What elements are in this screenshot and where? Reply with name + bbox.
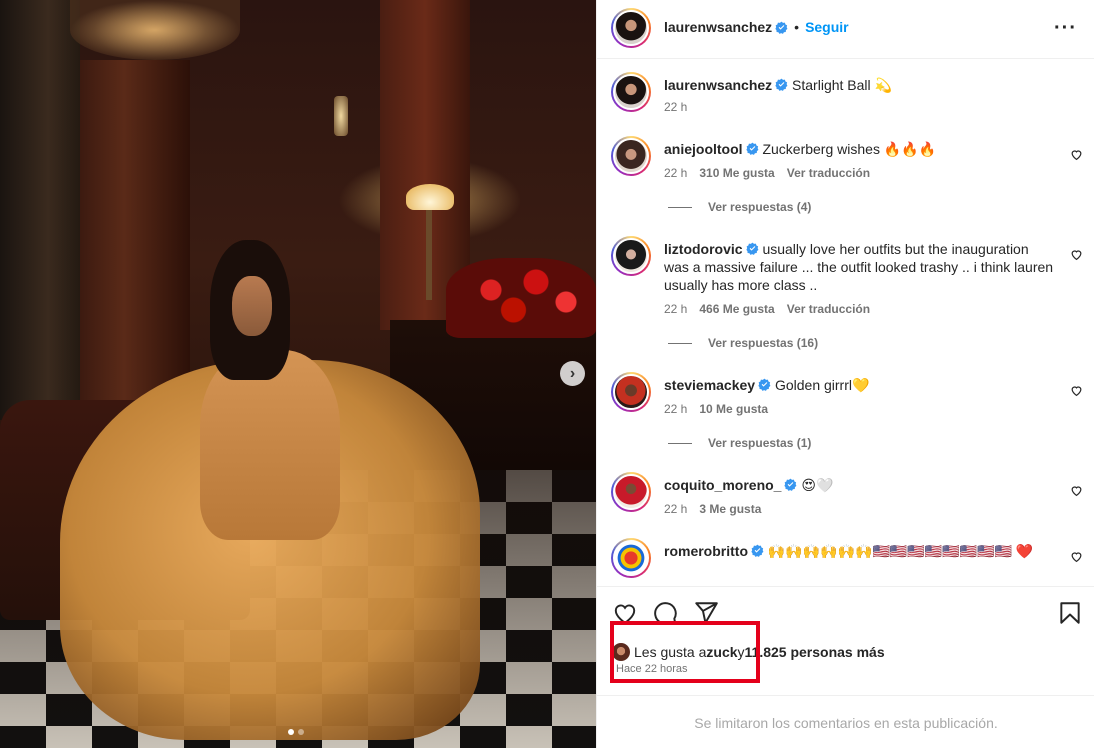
comment-likes[interactable]: 310 Me gusta — [699, 166, 774, 180]
more-horizontal-icon[interactable]: ··· — [1054, 18, 1077, 38]
likes-others[interactable]: 11.825 personas más — [745, 644, 885, 660]
post-author-username[interactable]: laurenwsanchez — [664, 19, 772, 35]
view-replies-button[interactable]: Ver respuestas (4) — [668, 200, 811, 214]
comment-likes[interactable]: 10 Me gusta — [699, 402, 768, 416]
view-replies-button[interactable]: Ver respuestas (1) — [668, 436, 811, 450]
comment-time: 22 h — [664, 402, 688, 416]
comment-text: Zuckerberg wishes 🔥🔥🔥 — [762, 141, 937, 157]
comment-likes[interactable]: 3 Me gusta — [699, 502, 761, 516]
verified-badge-icon — [784, 478, 797, 491]
comment-username[interactable]: aniejooltool — [664, 141, 743, 157]
avatar[interactable] — [611, 136, 651, 176]
avatar[interactable] — [611, 8, 651, 48]
view-replies-label: Ver respuestas (4) — [708, 200, 812, 214]
comment-text: 😍🤍 — [801, 477, 834, 493]
highlight-box — [610, 621, 760, 683]
verified-badge-icon — [745, 142, 758, 155]
verified-badge-icon — [775, 21, 788, 34]
avatar[interactable] — [611, 472, 651, 512]
caption-text: Starlight Ball 💫 — [792, 77, 892, 93]
carousel-dots — [288, 729, 304, 735]
comment-text: Golden girrrl💛 — [774, 377, 870, 393]
post-actions: Les gusta a zuck y 11.825 personas más H… — [597, 586, 1094, 696]
chevron-right-icon[interactable]: › — [560, 361, 585, 386]
view-replies-label: Ver respuestas (16) — [708, 336, 819, 350]
comment-username[interactable]: liztodorovic — [664, 241, 743, 257]
post-panel: laurenwsanchez • Seguir ··· laurenwsanch… — [596, 0, 1094, 748]
comment-time: 22 h — [664, 166, 688, 180]
heart-icon[interactable] — [1070, 550, 1083, 563]
avatar[interactable] — [611, 236, 651, 276]
heart-icon[interactable] — [1070, 248, 1083, 261]
caption-time: 22 h — [664, 100, 688, 114]
verified-badge-icon — [745, 242, 758, 255]
heart-icon[interactable] — [1070, 484, 1083, 497]
avatar[interactable] — [611, 538, 651, 578]
heart-icon[interactable] — [1070, 148, 1083, 161]
carousel-dot — [288, 729, 294, 735]
post-photo: › — [0, 0, 596, 748]
comment-time: 22 h — [664, 502, 688, 516]
bookmark-icon[interactable] — [1057, 600, 1083, 626]
verified-badge-icon — [775, 78, 788, 91]
verified-badge-icon — [758, 378, 771, 391]
follow-button[interactable]: Seguir — [805, 19, 849, 35]
comment-likes[interactable]: 466 Me gusta — [699, 302, 774, 316]
verified-badge-icon — [751, 544, 764, 557]
comment-username[interactable]: romerobritto — [664, 543, 748, 559]
avatar[interactable] — [611, 372, 651, 412]
post-header: laurenwsanchez • Seguir ··· — [597, 0, 1094, 59]
comment-username[interactable]: coquito_moreno_ — [664, 477, 781, 493]
caption-username[interactable]: laurenwsanchez — [664, 77, 772, 93]
avatar[interactable] — [611, 72, 651, 112]
view-replies-label: Ver respuestas (1) — [708, 436, 812, 450]
comments-list: laurenwsanchez Starlight Ball 💫 22 h ani… — [597, 60, 1094, 586]
view-replies-button[interactable]: Ver respuestas (16) — [668, 336, 818, 350]
carousel-dot — [298, 729, 304, 735]
heart-icon[interactable] — [1070, 384, 1083, 397]
translate-link[interactable]: Ver traducción — [787, 166, 870, 180]
comment-text: 🙌🙌🙌🙌🙌🙌🇺🇸🇺🇸🇺🇸🇺🇸🇺🇸🇺🇸🇺🇸🇺🇸 ❤️ — [767, 543, 1034, 559]
comments-limited-notice: Se limitaron los comentarios en esta pub… — [694, 714, 998, 731]
translate-link[interactable]: Ver traducción — [787, 302, 870, 316]
comment-time: 22 h — [664, 302, 688, 316]
comment-username[interactable]: steviemackey — [664, 377, 755, 393]
